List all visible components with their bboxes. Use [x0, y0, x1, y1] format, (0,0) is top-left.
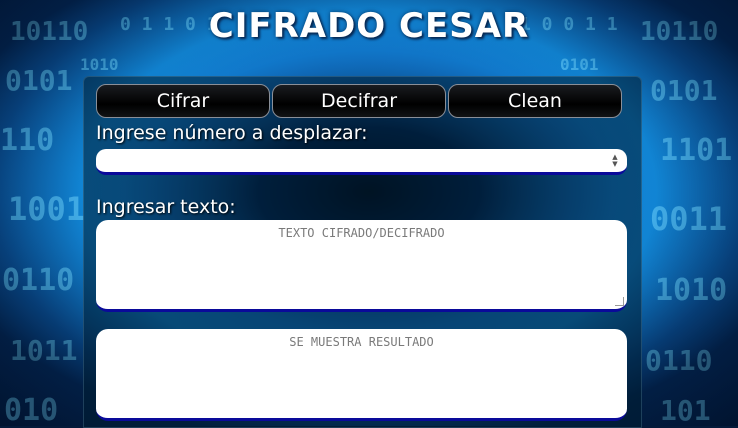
shift-number-input[interactable]: ▲ ▼	[96, 149, 627, 175]
toolbar: Cifrar Decifrar Clean	[96, 84, 622, 118]
cifrar-button[interactable]: Cifrar	[96, 84, 270, 118]
spinner-arrows-icon[interactable]: ▲ ▼	[611, 154, 619, 168]
page-title: CIFRADO CESAR	[208, 6, 530, 46]
output-placeholder: SE MUESTRA RESULTADO	[289, 335, 434, 349]
decifrar-button[interactable]: Decifrar	[272, 84, 446, 118]
input-placeholder: TEXTO CIFRADO/DECIFRADO	[278, 226, 445, 240]
input-text-area[interactable]: TEXTO CIFRADO/DECIFRADO	[96, 220, 627, 312]
output-text-area[interactable]: SE MUESTRA RESULTADO	[96, 329, 627, 421]
clean-button[interactable]: Clean	[448, 84, 622, 118]
text-label: Ingresar texto:	[96, 196, 236, 218]
shift-label: Ingrese número a desplazar:	[96, 122, 368, 144]
resize-handle-icon[interactable]	[615, 297, 624, 306]
